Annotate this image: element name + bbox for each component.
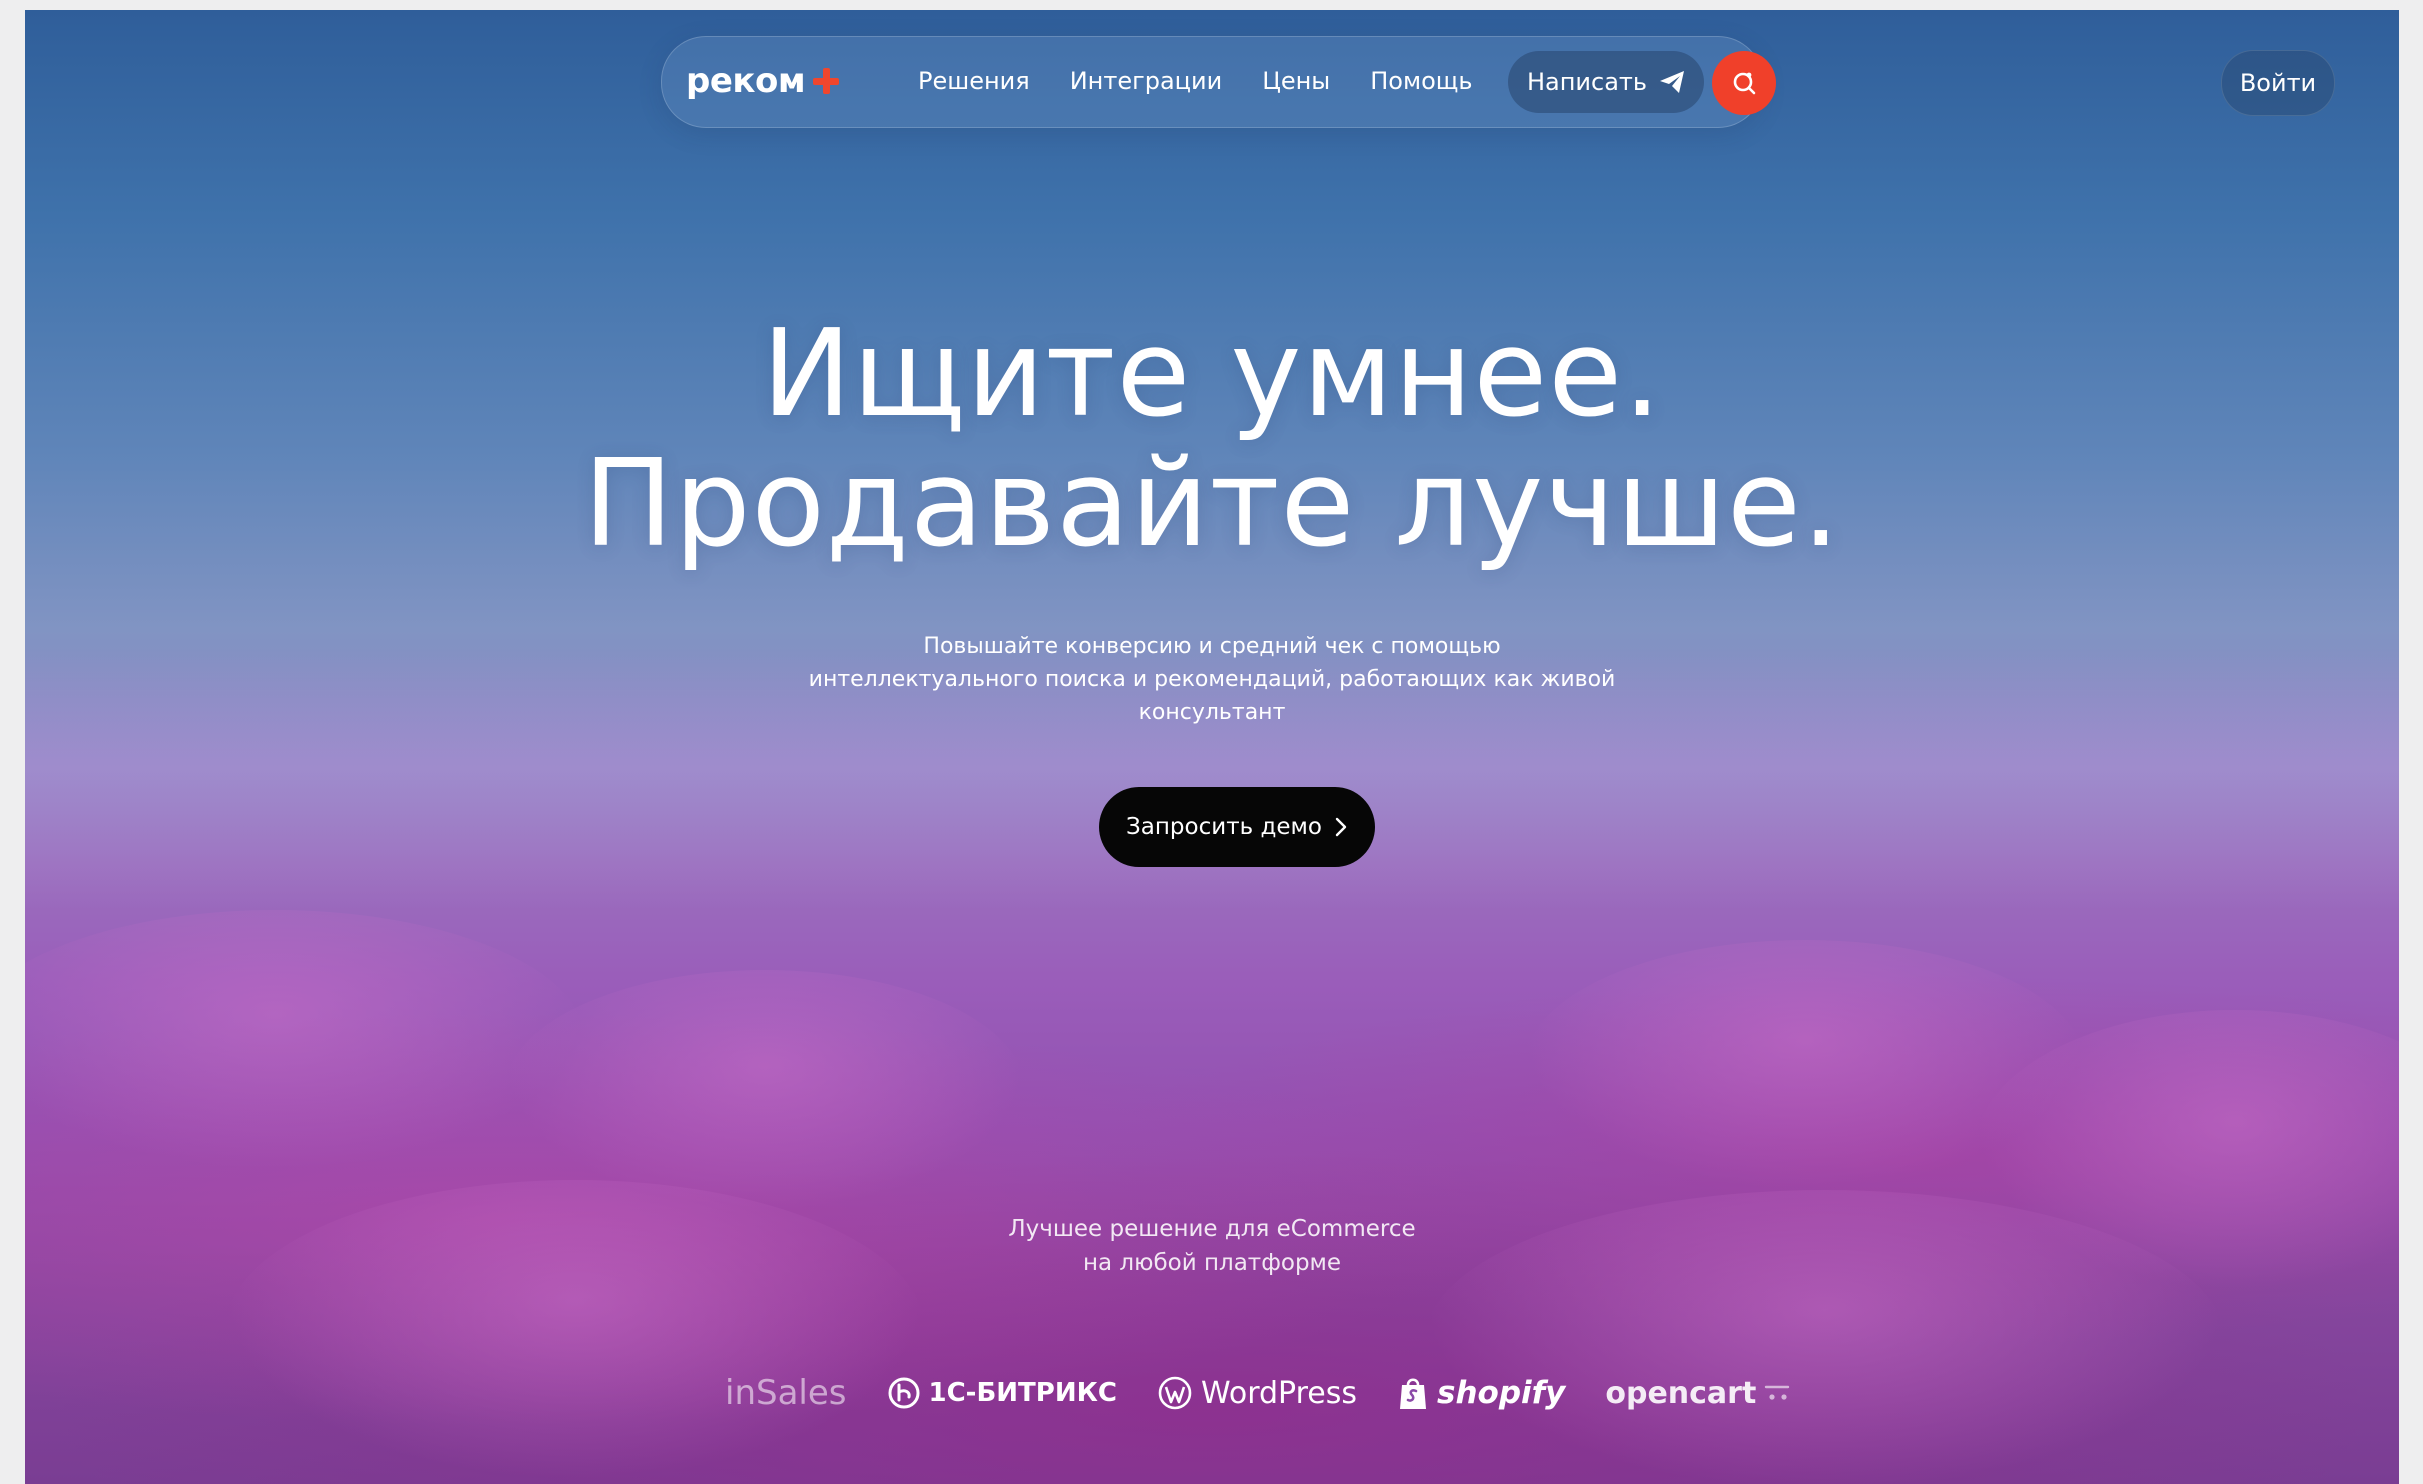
nav-item-pricing[interactable]: Цены [1262,67,1330,95]
bitrix-icon [888,1377,919,1409]
platform-logos: inSales 1С-БИТРИКС WordPress shopify ope… [725,1365,1790,1421]
request-demo-button[interactable]: Запросить демо [1099,787,1375,867]
tagline-line: на любой платформе [1082,1250,1342,1276]
hero-title-line: Продавайте лучше. [583,435,1841,574]
hero-subtitle-line: интеллектуального поиска и рекомендаций,… [808,667,1616,692]
nav-links: Решения Интеграции Цены Помощь [918,67,1473,95]
write-button[interactable]: Написать [1508,51,1704,113]
opencart-logo: opencart [1605,1376,1794,1411]
tagline-line: Лучшее решение для eCommerce [1008,1216,1416,1242]
bitrix-logo-text: 1С-БИТРИКС [928,1378,1117,1408]
hero-title: Ищите умнее. Продавайте лучше. [25,310,2399,570]
hero-background: реком Решения Интеграции Цены Помощь Нап… [25,10,2399,1484]
platforms-tagline: Лучшее решение для eCommerce на любой пл… [25,1212,2399,1280]
write-button-label: Написать [1526,68,1648,96]
wordpress-icon [1158,1376,1192,1410]
opencart-logo-text: opencart [1605,1375,1757,1411]
logo-text: реком [686,61,806,101]
field-shrub [25,910,585,1170]
shopify-bag-icon [1400,1378,1427,1409]
wordpress-logo-text: WordPress [1200,1375,1358,1411]
plus-icon [813,68,840,94]
field-shrub [505,970,1025,1210]
chevron-right-icon [1335,817,1347,837]
hero-subtitle-line: Повышайте конверсию и средний чек с помо… [923,634,1501,659]
insales-logo-text: inSales [725,1373,847,1413]
nav-item-help[interactable]: Помощь [1370,67,1472,95]
shopify-logo-text: shopify [1437,1375,1566,1411]
request-demo-label: Запросить демо [1126,814,1322,840]
cart-icon [1765,1385,1790,1400]
bitrix-logo: 1С-БИТРИКС [887,1376,1117,1410]
shopify-logo: shopify [1397,1375,1565,1411]
login-button[interactable]: Войти [2221,50,2335,116]
hero-title-line: Ищите умнее. [761,305,1663,444]
search-button[interactable] [1712,51,1776,115]
logo[interactable]: реком [686,61,840,101]
nav-item-solutions[interactable]: Решения [918,67,1030,95]
insales-logo: inSales [725,1373,847,1413]
hero-subtitle-line: консультант [1138,700,1286,725]
wordpress-logo: WordPress [1157,1375,1357,1411]
top-navigation: реком Решения Интеграции Цены Помощь Нап… [661,36,1776,128]
nav-item-integrations[interactable]: Интеграции [1070,67,1222,95]
send-icon [1660,71,1685,93]
hero-subtitle: Повышайте конверсию и средний чек с помо… [25,630,2399,729]
search-icon [1733,72,1756,95]
